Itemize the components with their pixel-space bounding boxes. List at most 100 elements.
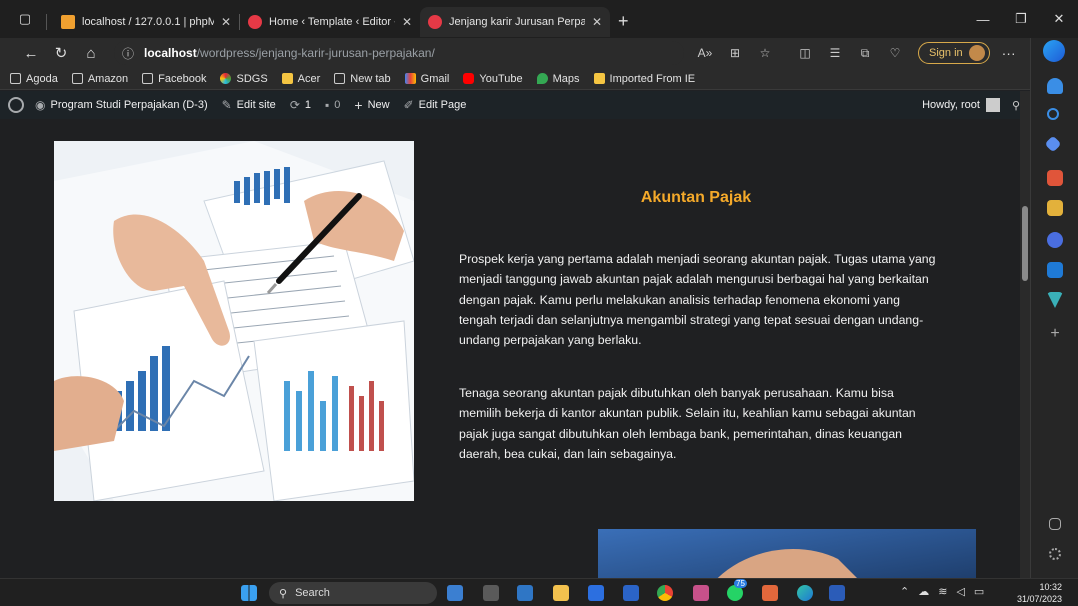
- tab-editor[interactable]: Home ‹ Template ‹ Editor ‹ Progr ✕: [240, 7, 420, 37]
- volume-icon[interactable]: ◁: [956, 585, 964, 598]
- gmail-icon: [404, 73, 416, 84]
- page-icon: [10, 73, 21, 84]
- restore-icon[interactable]: ❐: [1002, 0, 1040, 38]
- edge-icon[interactable]: [797, 585, 813, 601]
- browser-essentials-icon[interactable]: ♡: [880, 46, 910, 60]
- clock-date: 31/07/2023: [1016, 594, 1062, 604]
- settings-more-icon[interactable]: ···: [1002, 45, 1016, 61]
- chevron-up-icon[interactable]: ⌃: [900, 585, 909, 598]
- edit-site-link[interactable]: ✎ Edit site: [215, 91, 283, 119]
- close-tab-icon[interactable]: ✕: [402, 15, 412, 29]
- taskbar-search[interactable]: ⚲ Search: [269, 582, 437, 604]
- favorite-star-icon[interactable]: ☆: [750, 46, 780, 60]
- bookmark-label: New tab: [350, 72, 391, 85]
- tab-title: Home ‹ Template ‹ Editor ‹ Progr: [269, 16, 395, 28]
- app-icon[interactable]: [588, 585, 604, 601]
- hide-sidebar-icon[interactable]: [1049, 518, 1061, 530]
- edit-page-link[interactable]: ✐ Edit Page: [397, 91, 474, 119]
- bookmark-imported-from-ie[interactable]: Imported From IE: [593, 72, 696, 85]
- bookmark-sdgs[interactable]: SDGS: [220, 72, 268, 85]
- bookmark-new-tab[interactable]: New tab: [334, 72, 391, 85]
- tab-title: localhost / 127.0.0.1 | phpMyAdm: [82, 16, 214, 28]
- tools-icon[interactable]: [1047, 170, 1063, 186]
- bookmark-facebook[interactable]: Facebook: [142, 73, 206, 85]
- bookmark-label: YouTube: [479, 72, 523, 85]
- split-screen-icon[interactable]: ◫: [790, 46, 820, 60]
- battery-icon[interactable]: ▭: [974, 585, 984, 598]
- home-icon[interactable]: ⌂: [76, 45, 106, 62]
- site-info-icon[interactable]: ⓘ: [122, 45, 134, 62]
- tab-phpmyadmin[interactable]: localhost / 127.0.0.1 | phpMyAdm ✕: [53, 7, 239, 37]
- app-icon[interactable]: [517, 585, 533, 601]
- bookmark-agoda[interactable]: Agoda: [10, 73, 58, 85]
- finance-charts-photo: [54, 141, 414, 501]
- chrome-icon[interactable]: [657, 585, 673, 601]
- site-name-menu[interactable]: ◉ Program Studi Perpajakan (D-3): [28, 91, 215, 119]
- bookmark-label: Gmail: [420, 72, 450, 85]
- add-sidebar-app-icon[interactable]: +: [1047, 326, 1063, 342]
- sign-in-label: Sign in: [929, 47, 963, 59]
- media-player-icon[interactable]: [623, 585, 639, 601]
- copilot-icon[interactable]: [1043, 40, 1065, 62]
- gallery-app-icon[interactable]: [447, 585, 463, 601]
- bookmark-label: Imported From IE: [609, 72, 696, 85]
- app-icon[interactable]: [693, 585, 709, 601]
- new-tab-button[interactable]: +: [618, 11, 629, 32]
- address-bar[interactable]: ⓘ localhost /wordpress/jenjang-karir-jur…: [114, 41, 684, 65]
- bookmark-label: Facebook: [158, 72, 207, 85]
- bookmark-label: SDGS: [236, 72, 268, 85]
- updates-link[interactable]: ⟳ 1: [283, 91, 318, 119]
- app-icon[interactable]: [762, 585, 778, 601]
- back-icon[interactable]: ←: [16, 45, 46, 62]
- page-content: Akuntan Pajak Prospek kerja yang pertama…: [0, 119, 1020, 578]
- user-avatar[interactable]: [985, 98, 1000, 112]
- wordpress-logo-icon[interactable]: [8, 97, 24, 113]
- howdy-text[interactable]: Howdy, root: [922, 99, 980, 111]
- tab-separator: [46, 14, 47, 30]
- search-icon[interactable]: ⚲: [1012, 99, 1020, 112]
- youtube-icon: [463, 73, 475, 84]
- address-actions: A» ⊞ ☆ ◫ ☰ ⧉ ♡: [690, 46, 910, 61]
- windows-start-icon[interactable]: [241, 585, 257, 601]
- comments-link[interactable]: ▪ 0: [318, 91, 347, 119]
- read-aloud-icon[interactable]: A»: [690, 46, 720, 60]
- file-explorer-icon[interactable]: [553, 585, 569, 601]
- page-scrollbar[interactable]: [1020, 91, 1030, 578]
- store-app-icon[interactable]: [483, 585, 499, 601]
- bookmark-acer[interactable]: Acer: [281, 73, 320, 85]
- games-icon[interactable]: [1047, 200, 1063, 216]
- refresh-icon[interactable]: ↻: [46, 44, 76, 62]
- notification-badge: 75: [734, 579, 747, 588]
- comment-icon: ▪: [325, 98, 330, 112]
- cloud-icon[interactable]: ☁: [918, 585, 929, 598]
- bookmark-amazon[interactable]: Amazon: [71, 73, 128, 85]
- app-available-icon[interactable]: ⊞: [720, 46, 750, 60]
- wifi-icon[interactable]: ≋: [938, 585, 947, 598]
- scrollbar-thumb[interactable]: [1022, 206, 1028, 281]
- drop-icon[interactable]: [1047, 292, 1063, 308]
- tab-actions-icon[interactable]: ▢: [12, 6, 38, 32]
- close-tab-icon[interactable]: ✕: [592, 15, 602, 29]
- sign-in-button[interactable]: Sign in: [918, 42, 990, 64]
- notification-bell-icon[interactable]: [1047, 78, 1063, 94]
- clock[interactable]: 10:32 31/07/2023: [1017, 581, 1062, 605]
- bookmark-gmail[interactable]: Gmail: [404, 72, 450, 85]
- site-name: Program Studi Perpajakan (D-3): [50, 99, 208, 111]
- edge-sidebar: +: [1030, 38, 1078, 578]
- collections-icon[interactable]: ⧉: [850, 46, 880, 61]
- word-icon[interactable]: [829, 585, 845, 601]
- taskbar-search-label: Search: [295, 587, 330, 599]
- minimize-icon[interactable]: —: [964, 0, 1002, 38]
- microsoft-365-icon[interactable]: [1047, 232, 1063, 248]
- sidebar-settings-icon[interactable]: [1049, 548, 1061, 560]
- new-content-menu[interactable]: + New: [347, 91, 396, 119]
- close-tab-icon[interactable]: ✕: [221, 15, 231, 29]
- shopping-tag-icon[interactable]: [1044, 135, 1062, 153]
- bookmark-maps[interactable]: Maps: [536, 73, 580, 85]
- bookmark-youtube[interactable]: YouTube: [463, 72, 523, 85]
- tab-jenjang-karir[interactable]: Jenjang karir Jurusan Perpajakan ✕: [420, 7, 610, 37]
- close-window-icon[interactable]: ✕: [1040, 0, 1078, 38]
- search-icon[interactable]: [1047, 108, 1059, 120]
- favorites-icon[interactable]: ☰: [820, 46, 850, 60]
- outlook-icon[interactable]: [1047, 262, 1063, 278]
